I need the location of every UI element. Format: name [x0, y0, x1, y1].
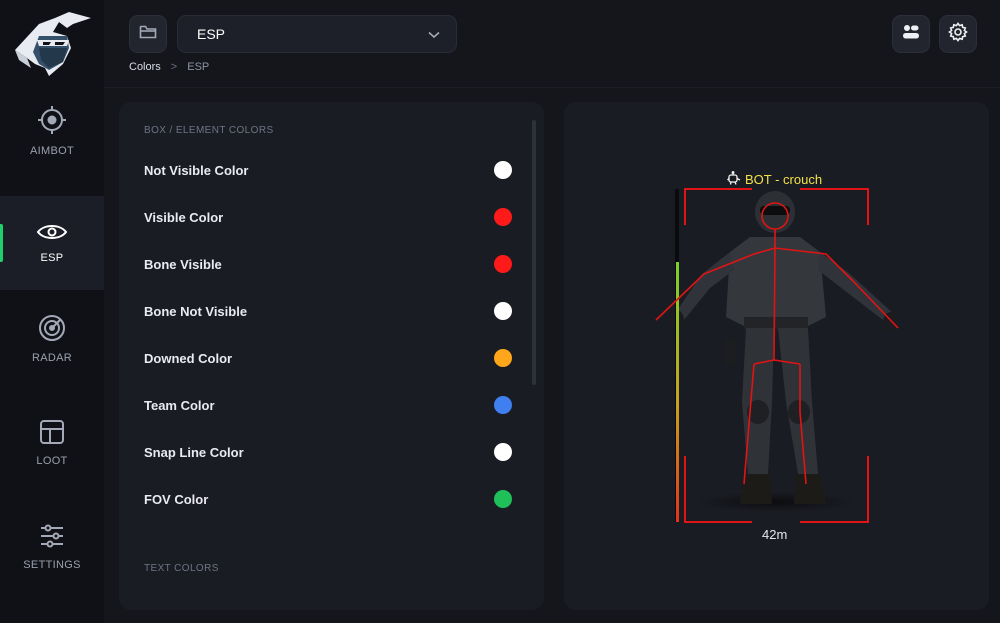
- nav-radar[interactable]: RADAR: [0, 292, 104, 386]
- color-swatch[interactable]: [494, 255, 512, 273]
- box-corner-top-right: [800, 188, 869, 225]
- color-swatch[interactable]: [494, 208, 512, 226]
- color-row-not-visible: Not Visible Color: [144, 155, 512, 185]
- nav-loot-label: LOOT: [36, 455, 68, 467]
- profiles-icon: [902, 24, 920, 45]
- robot-icon: [727, 171, 741, 188]
- box-colors-section-title: BOX / ELEMENT COLORS: [144, 125, 274, 136]
- color-row-team: Team Color: [144, 390, 512, 420]
- nav-aimbot[interactable]: AIMBOT: [0, 84, 104, 178]
- character-model: [668, 191, 899, 512]
- health-bar: [675, 189, 679, 522]
- player-tag: BOT - crouch: [727, 171, 822, 188]
- box-corner-top-left: [684, 188, 752, 225]
- color-row-label: Bone Not Visible: [144, 303, 248, 319]
- skeleton-spine: [773, 247, 776, 361]
- nav-settings-label: SETTINGS: [23, 559, 81, 571]
- breadcrumb-separator: >: [170, 61, 178, 73]
- color-row-label: Not Visible Color: [144, 162, 249, 178]
- color-swatch[interactable]: [494, 161, 512, 179]
- box-corner-bottom-left: [684, 456, 752, 523]
- color-swatch[interactable]: [494, 349, 512, 367]
- nav-loot[interactable]: LOOT: [0, 396, 104, 490]
- color-swatch[interactable]: [494, 396, 512, 414]
- color-row-label: Downed Color: [144, 350, 233, 366]
- breadcrumb-root[interactable]: Colors: [129, 61, 161, 73]
- nav-esp[interactable]: ESP: [0, 196, 104, 290]
- config-select-value: ESP: [197, 26, 226, 42]
- profiles-button[interactable]: [892, 15, 930, 53]
- layout-icon: [39, 419, 65, 445]
- player-distance: 42m: [762, 527, 788, 542]
- folder-button[interactable]: [129, 15, 167, 53]
- top-bar: ESP Colors > ESP: [104, 0, 1000, 88]
- breadcrumb-current: ESP: [187, 61, 210, 73]
- radar-icon: [38, 314, 66, 342]
- color-swatch[interactable]: [494, 302, 512, 320]
- color-row-label: Visible Color: [144, 209, 224, 225]
- settings-button[interactable]: [939, 15, 977, 53]
- eye-icon: [36, 222, 68, 242]
- color-row-label: FOV Color: [144, 491, 209, 507]
- color-row-bone-not-visible: Bone Not Visible: [144, 296, 512, 326]
- nav-esp-label: ESP: [40, 252, 64, 264]
- chevron-down-icon: [428, 26, 440, 42]
- color-row-downed: Downed Color: [144, 343, 512, 373]
- nav-settings[interactable]: SETTINGS: [0, 500, 104, 594]
- player-tag-text: BOT - crouch: [745, 172, 823, 187]
- config-select[interactable]: ESP: [177, 15, 457, 53]
- color-row-label: Snap Line Color: [144, 444, 244, 460]
- color-swatch[interactable]: [494, 490, 512, 508]
- ninja-logo-icon: [0, 0, 104, 88]
- breadcrumb: Colors > ESP: [129, 61, 209, 73]
- color-row-bone-visible: Bone Visible: [144, 249, 512, 279]
- text-colors-section-title: TEXT COLORS: [144, 563, 219, 574]
- color-row-label: Bone Visible: [144, 256, 222, 272]
- esp-preview-panel: BOT - crouch 42m: [564, 102, 989, 610]
- colors-scrollbar[interactable]: [532, 120, 536, 385]
- app-window: AIMBOT ESP RADAR LOOT SETTINGS ESP Color…: [0, 0, 1000, 623]
- crosshair-icon: [37, 105, 67, 135]
- sliders-icon: [39, 523, 65, 549]
- color-row-snap-line: Snap Line Color: [144, 437, 512, 467]
- color-swatch[interactable]: [494, 443, 512, 461]
- color-row-visible: Visible Color: [144, 202, 512, 232]
- folder-icon: [139, 24, 157, 45]
- nav-aimbot-label: AIMBOT: [30, 145, 74, 157]
- colors-panel: BOX / ELEMENT COLORS Not Visible Color V…: [119, 102, 544, 610]
- nav-radar-label: RADAR: [31, 352, 72, 364]
- gear-icon: [948, 21, 968, 47]
- color-row-fov: FOV Color: [144, 484, 512, 514]
- sidebar: AIMBOT ESP RADAR LOOT SETTINGS: [0, 0, 104, 623]
- color-row-label: Team Color: [144, 397, 215, 413]
